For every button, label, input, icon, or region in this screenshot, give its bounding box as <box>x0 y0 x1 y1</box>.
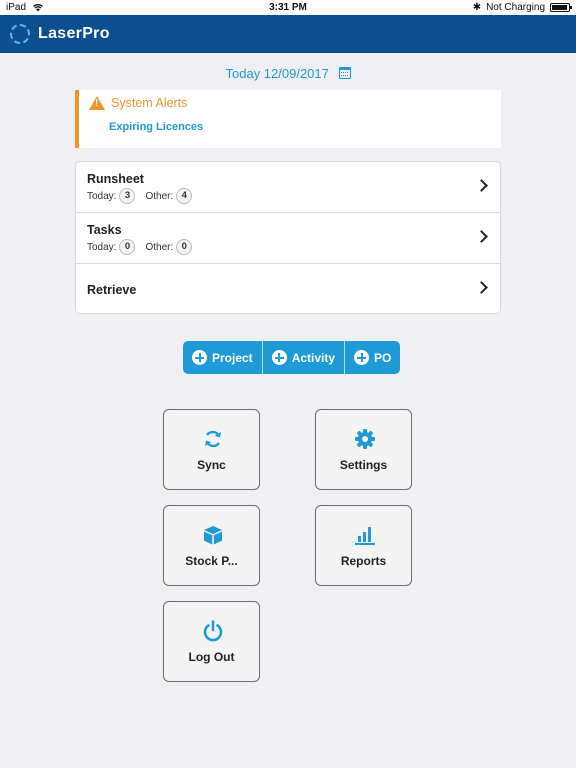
reports-label: Reports <box>340 554 387 568</box>
other-label: Other: <box>145 241 174 253</box>
add-activity-label: Activity <box>291 350 336 365</box>
add-activity-button[interactable]: Activity <box>263 341 346 374</box>
battery-icon <box>550 3 572 12</box>
other-count-badge: 0 <box>176 239 193 255</box>
retrieve-title: Retrieve <box>87 283 137 297</box>
list-item-retrieve[interactable]: Retrieve <box>76 264 500 313</box>
other-count-badge: 4 <box>176 188 193 204</box>
gear-icon <box>354 428 376 450</box>
alerts-title: System Alerts <box>111 96 188 110</box>
bluetooth-icon: ✱ <box>472 2 482 13</box>
runsheet-title: Runsheet <box>87 172 144 186</box>
date-selector[interactable]: Today 12/09/2017 <box>0 66 576 81</box>
add-po-button[interactable]: PO <box>345 341 400 374</box>
add-actions-group: Project Activity PO <box>183 341 401 374</box>
main-list: Runsheet Today: 3 Other: 4 Tasks Today: … <box>75 161 501 314</box>
tasks-title: Tasks <box>87 223 122 237</box>
sync-label: Sync <box>197 458 226 472</box>
app-title: LaserPro <box>38 25 110 42</box>
alert-link-expiring-licences[interactable]: Expiring Licences <box>109 121 203 133</box>
nav-bar: LaserPro <box>0 15 576 53</box>
today-label: Today: <box>87 241 117 253</box>
other-label: Other: <box>145 190 174 202</box>
stock-label: Stock P... <box>185 554 238 568</box>
add-project-label: Project <box>212 350 253 365</box>
plus-circle-icon <box>192 350 207 365</box>
today-count-badge: 3 <box>119 188 136 204</box>
date-label: Today 12/09/2017 <box>225 66 329 81</box>
chevron-right-icon <box>475 281 488 294</box>
today-label: Today: <box>87 190 117 202</box>
logout-label: Log Out <box>188 650 235 664</box>
list-item-runsheet[interactable]: Runsheet Today: 3 Other: 4 <box>76 162 500 213</box>
chevron-right-icon <box>475 230 488 243</box>
power-icon <box>202 620 224 642</box>
system-alerts-panel: System Alerts Expiring Licences <box>75 90 501 148</box>
status-bar: iPad 3:31 PM ✱ Not Charging <box>0 0 576 15</box>
bar-chart-icon <box>354 524 376 546</box>
chevron-right-icon <box>475 179 488 192</box>
list-item-tasks[interactable]: Tasks Today: 0 Other: 0 <box>76 213 500 264</box>
settings-label: Settings <box>339 458 388 472</box>
sync-icon <box>202 428 224 450</box>
calendar-icon[interactable] <box>338 67 351 79</box>
box-icon <box>202 524 224 546</box>
today-count-badge: 0 <box>119 239 136 255</box>
reports-button[interactable]: Reports <box>315 505 412 586</box>
settings-button[interactable]: Settings <box>315 409 412 490</box>
warning-icon <box>89 96 105 110</box>
sync-button[interactable]: Sync <box>163 409 260 490</box>
add-po-label: PO <box>374 350 392 365</box>
plus-circle-icon <box>271 350 287 365</box>
plus-circle-icon <box>354 350 370 365</box>
logout-button[interactable]: Log Out <box>163 601 260 682</box>
stock-button[interactable]: Stock P... <box>163 505 260 586</box>
add-project-button[interactable]: Project <box>183 341 263 374</box>
charging-status: Not Charging <box>486 2 545 13</box>
laserpro-logo-icon <box>10 24 30 44</box>
